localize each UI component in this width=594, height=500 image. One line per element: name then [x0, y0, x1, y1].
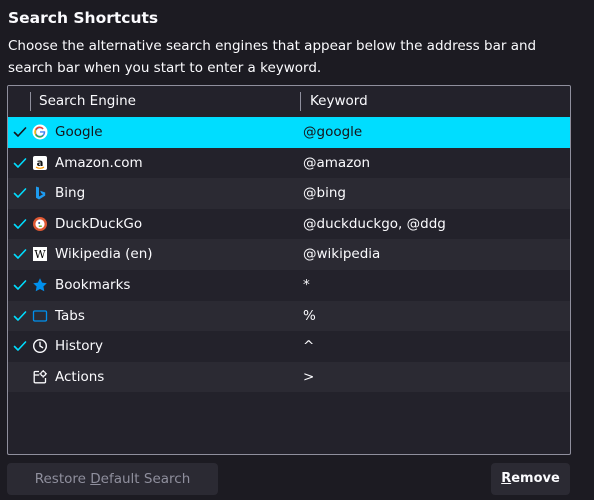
- engine-keyword[interactable]: %: [303, 301, 316, 332]
- table-row[interactable]: Google @google: [8, 117, 570, 148]
- enabled-checkmark-icon[interactable]: [12, 369, 28, 385]
- restore-label-accesskey: D: [90, 471, 101, 487]
- table-row[interactable]: W Wikipedia (en) @wikipedia: [8, 239, 570, 270]
- search-shortcuts-panel: Search Shortcuts Choose the alternative …: [0, 0, 594, 500]
- actions-icon: [32, 369, 48, 385]
- tab-icon: [32, 308, 48, 324]
- table-row[interactable]: Bookmarks *: [8, 270, 570, 301]
- clock-icon: [32, 338, 48, 354]
- engine-name: Bing: [55, 185, 86, 202]
- enabled-checkmark-icon[interactable]: [12, 155, 28, 171]
- enabled-checkmark-icon[interactable]: [12, 308, 28, 324]
- engine-keyword[interactable]: @amazon: [303, 148, 370, 179]
- star-icon: [32, 277, 48, 293]
- engine-name: DuckDuckGo: [55, 215, 143, 232]
- enabled-checkmark-icon[interactable]: [12, 277, 28, 293]
- column-header-keyword[interactable]: Keyword: [310, 86, 368, 117]
- restore-label-post: efault Search Engines: [100, 471, 191, 487]
- engine-name: Wikipedia (en): [55, 246, 153, 263]
- engine-name: Tabs: [55, 307, 85, 324]
- column-separator[interactable]: [300, 92, 301, 111]
- engine-name: History: [55, 338, 104, 355]
- google-icon: [32, 124, 48, 140]
- engine-keyword[interactable]: >: [303, 362, 314, 393]
- amazon-icon: a: [32, 155, 48, 171]
- search-engines-table[interactable]: Search Engine Keyword Google @google a Amaz…: [7, 85, 571, 455]
- engine-name: Google: [55, 124, 103, 140]
- svg-text:W: W: [34, 248, 46, 261]
- enabled-checkmark-icon[interactable]: [12, 338, 28, 354]
- engine-keyword[interactable]: @bing: [303, 178, 346, 209]
- table-row[interactable]: Tabs%: [8, 300, 570, 332]
- duckduckgo-icon: [32, 216, 48, 232]
- remove-button[interactable]: Remove: [491, 463, 570, 495]
- engine-keyword[interactable]: ^: [303, 331, 314, 362]
- table-header: Search Engine Keyword: [8, 86, 570, 117]
- enabled-checkmark-icon[interactable]: [12, 246, 28, 262]
- section-title: Search Shortcuts: [8, 9, 159, 27]
- table-row[interactable]: Actions >: [8, 361, 570, 393]
- engine-keyword[interactable]: *: [303, 270, 310, 301]
- remove-label-post: emove: [511, 471, 560, 486]
- column-separator: [30, 92, 31, 111]
- enabled-checkmark-icon[interactable]: [12, 185, 28, 201]
- section-description: Choose the alternative search engines th…: [8, 38, 537, 76]
- restore-label-pre: Restore: [34, 471, 91, 487]
- table-row[interactable]: a Amazon.com @amazon: [8, 148, 570, 179]
- column-header-search-engine[interactable]: Search Engine: [39, 86, 136, 117]
- engine-keyword[interactable]: @duckduckgo, @ddg: [303, 209, 446, 240]
- restore-default-search-engines-button[interactable]: Restore Default Search Engines: [7, 463, 218, 495]
- enabled-checkmark-icon[interactable]: [12, 124, 28, 140]
- table-row[interactable]: DuckDuckGo @duckduckgo, @ddg: [8, 209, 570, 240]
- engine-name: Amazon.com: [55, 154, 143, 171]
- wikipedia-icon: W: [32, 246, 48, 262]
- engine-name: Actions: [55, 368, 105, 385]
- engine-keyword[interactable]: @google: [303, 117, 362, 148]
- engine-name: Bookmarks: [55, 276, 131, 293]
- engine-keyword[interactable]: @wikipedia: [303, 239, 380, 270]
- bing-icon: [32, 185, 48, 201]
- enabled-checkmark-icon[interactable]: [12, 216, 28, 232]
- remove-label-accesskey: R: [501, 471, 512, 486]
- table-row[interactable]: Bing @bing: [8, 178, 570, 209]
- table-body: Google @google a Amazon.com @amazon Bing @bing…: [8, 117, 570, 393]
- table-row[interactable]: History ^: [8, 331, 570, 362]
